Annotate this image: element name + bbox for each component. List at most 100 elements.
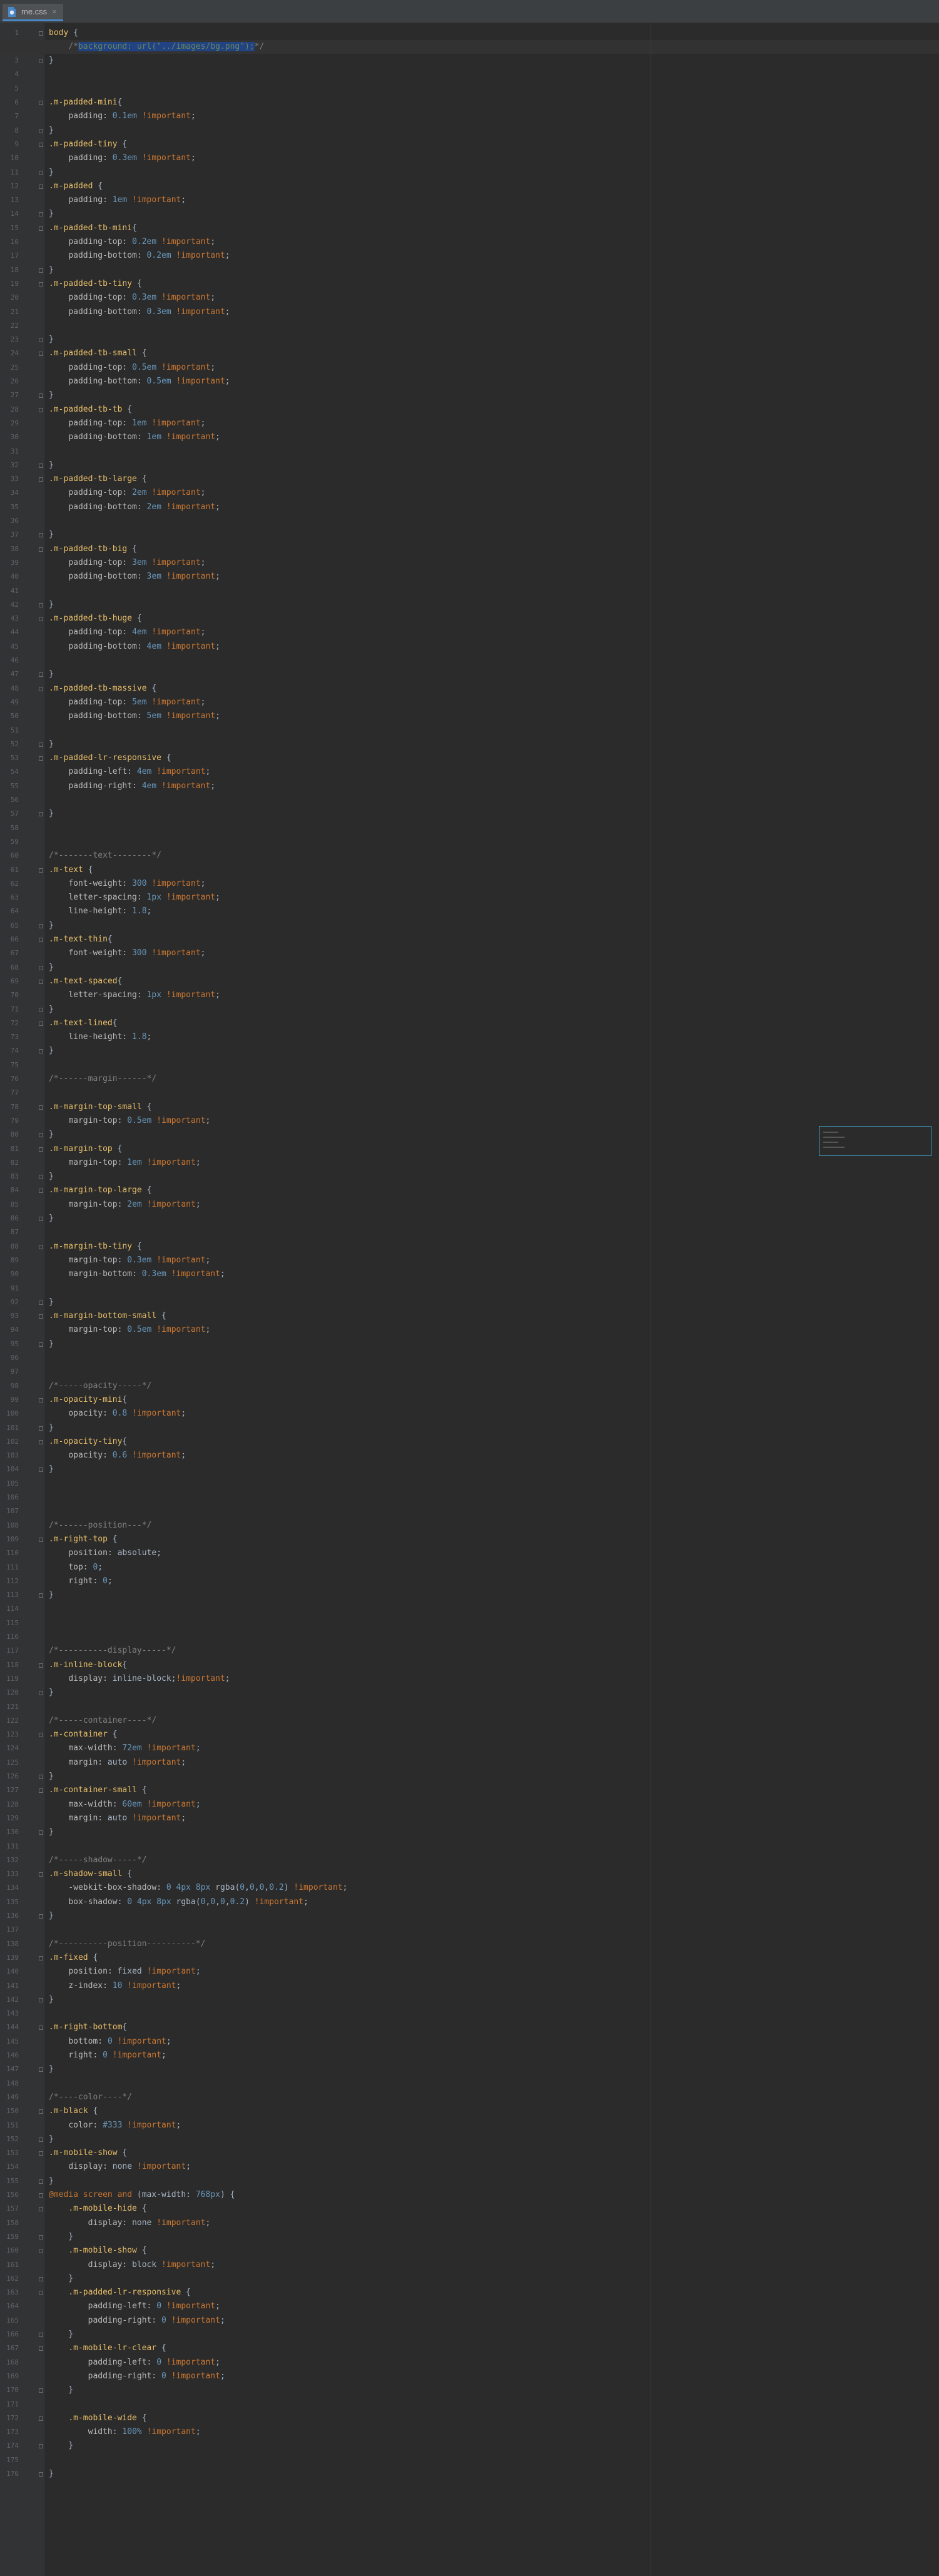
code-line[interactable]: top: 0; — [49, 1561, 103, 1575]
fold-marker-icon[interactable] — [39, 101, 43, 105]
code-line[interactable]: margin: auto !important; — [49, 1756, 186, 1770]
code-line[interactable]: } — [49, 388, 54, 402]
code-line[interactable]: padding: 0.1em !important; — [49, 109, 196, 123]
fold-marker-icon[interactable] — [39, 463, 43, 468]
fold-marker-icon[interactable] — [39, 2388, 43, 2393]
code-line[interactable]: margin-top: 2em !important; — [49, 1198, 200, 1212]
code-line[interactable]: padding-top: 1em !important; — [49, 417, 205, 430]
fold-marker-icon[interactable] — [39, 672, 43, 677]
fold-marker-icon[interactable] — [39, 1775, 43, 1779]
code-line[interactable]: /*-------text--------*/ — [49, 849, 161, 863]
code-line[interactable]: right: 0; — [49, 1575, 112, 1588]
fold-marker-icon[interactable] — [39, 2151, 43, 2156]
code-line[interactable]: } — [49, 1003, 54, 1017]
fold-marker-icon[interactable] — [39, 1105, 43, 1110]
fold-marker-icon[interactable] — [39, 812, 43, 817]
code-line[interactable]: padding-top: 0.5em !important; — [49, 361, 215, 375]
code-line[interactable]: .m-margin-top-large { — [49, 1184, 151, 1197]
code-line[interactable]: display: inline-block;!important; — [49, 1672, 230, 1686]
fold-marker-icon[interactable] — [39, 686, 43, 691]
code-line[interactable]: .m-container { — [49, 1728, 118, 1742]
code-line[interactable]: .m-margin-top-small { — [49, 1100, 151, 1114]
code-line[interactable]: margin-top: 0.5em !important; — [49, 1114, 210, 1128]
fold-marker-icon[interactable] — [39, 742, 43, 747]
code-line[interactable]: padding-right: 0 !important; — [49, 2370, 225, 2383]
code-line[interactable]: padding-bottom: 3em !important; — [49, 570, 220, 584]
code-line[interactable]: /*-----shadow-----*/ — [49, 1853, 147, 1867]
code-line[interactable]: padding-bottom: 0.5em !important; — [49, 375, 230, 388]
fold-marker-icon[interactable] — [39, 756, 43, 761]
code-line[interactable]: } — [49, 1825, 54, 1839]
fold-marker-icon[interactable] — [39, 1914, 43, 1919]
code-line[interactable]: .m-padded-tb-mini{ — [49, 221, 137, 235]
code-line[interactable]: font-weight: 300 !important; — [49, 946, 205, 960]
code-line[interactable]: padding-bottom: 2em !important; — [49, 500, 220, 514]
code-line[interactable]: margin: auto !important; — [49, 1812, 186, 1825]
code-line[interactable]: .m-opacity-mini{ — [49, 1393, 127, 1407]
fold-marker-icon[interactable] — [39, 212, 43, 217]
code-line[interactable]: /*background: url("../images/bg.png");*/ — [49, 40, 264, 54]
code-line[interactable]: padding-bottom: 0.3em !important; — [49, 305, 230, 319]
fold-marker-icon[interactable] — [39, 938, 43, 942]
code-line[interactable]: .m-mobile-show { — [49, 2146, 127, 2160]
fold-marker-icon[interactable] — [39, 226, 43, 231]
code-line[interactable]: padding-top: 4em !important; — [49, 626, 205, 639]
code-line[interactable]: } — [49, 2230, 73, 2244]
code-line[interactable]: /*----------position----------*/ — [49, 1937, 205, 1951]
code-line[interactable]: } — [49, 1044, 54, 1058]
fold-marker-icon[interactable] — [39, 965, 43, 970]
fold-marker-icon[interactable] — [39, 533, 43, 538]
code-line[interactable]: display: block !important; — [49, 2258, 216, 2272]
fold-marker-icon[interactable] — [39, 2179, 43, 2184]
code-line[interactable]: letter-spacing: 1px !important; — [49, 988, 220, 1002]
fold-marker-icon[interactable] — [39, 2291, 43, 2296]
fold-marker-icon[interactable] — [39, 617, 43, 622]
code-line[interactable]: .m-text-thin{ — [49, 933, 113, 946]
code-line[interactable]: padding-bottom: 5em !important; — [49, 709, 220, 723]
fold-marker-icon[interactable] — [39, 2137, 43, 2142]
code-line[interactable]: -webkit-box-shadow: 0 4px 8px rgba(0,0,0… — [49, 1881, 347, 1895]
code-line[interactable]: } — [49, 2132, 54, 2146]
fold-marker-icon[interactable] — [39, 184, 43, 189]
code-line[interactable]: /*-----opacity-----*/ — [49, 1379, 151, 1393]
code-line[interactable]: font-weight: 300 !important; — [49, 877, 205, 891]
fold-marker-icon[interactable] — [39, 142, 43, 147]
code-line[interactable]: opacity: 0.6 !important; — [49, 1449, 186, 1463]
code-line[interactable]: } — [49, 598, 54, 612]
code-line[interactable]: .m-padded-tb-tb { — [49, 403, 132, 417]
fold-marker-icon[interactable] — [39, 1955, 43, 1960]
code-line[interactable]: } — [49, 2383, 73, 2397]
code-line[interactable]: .m-container-small { — [49, 1783, 147, 1797]
code-line[interactable]: /*----color----*/ — [49, 2091, 132, 2104]
code-line[interactable]: opacity: 0.8 !important; — [49, 1407, 186, 1421]
fold-marker-icon[interactable] — [39, 1691, 43, 1696]
code-line[interactable]: margin-top: 0.5em !important; — [49, 1323, 210, 1337]
code-line[interactable]: padding-top: 0.3em !important; — [49, 291, 215, 305]
fold-marker-icon[interactable] — [39, 2026, 43, 2031]
code-line[interactable]: body { — [49, 26, 78, 40]
fold-marker-icon[interactable] — [39, 1314, 43, 1319]
code-line[interactable]: .m-right-top { — [49, 1533, 118, 1546]
code-line[interactable]: } — [49, 2328, 73, 2341]
code-line[interactable]: } — [49, 1770, 54, 1783]
code-line[interactable]: /*------margin------*/ — [49, 1072, 156, 1086]
code-line[interactable]: padding-top: 2em !important; — [49, 486, 205, 500]
fold-marker-icon[interactable] — [39, 1997, 43, 2002]
code-line[interactable]: .m-mobile-wide { — [49, 2411, 146, 2425]
code-line[interactable]: margin-bottom: 0.3em !important; — [49, 1267, 225, 1281]
code-line[interactable]: position: fixed !important; — [49, 1965, 200, 1979]
fold-marker-icon[interactable] — [39, 2109, 43, 2114]
code-line[interactable]: padding-bottom: 1em !important; — [49, 430, 220, 444]
code-line[interactable]: /*----------display-----*/ — [49, 1644, 176, 1658]
code-line[interactable]: } — [49, 1588, 54, 1602]
code-line[interactable]: } — [49, 961, 54, 975]
code-line[interactable]: .m-black { — [49, 2104, 98, 2118]
fold-marker-icon[interactable] — [39, 1733, 43, 1738]
fold-marker-icon[interactable] — [39, 1872, 43, 1877]
code-line[interactable]: .m-text { — [49, 863, 93, 877]
code-line[interactable]: } — [49, 459, 54, 472]
code-line[interactable]: bottom: 0 !important; — [49, 2035, 171, 2049]
code-line[interactable]: padding: 1em !important; — [49, 193, 186, 207]
code-line[interactable]: padding-top: 3em !important; — [49, 556, 205, 570]
code-line[interactable]: max-width: 72em !important; — [49, 1742, 200, 1755]
